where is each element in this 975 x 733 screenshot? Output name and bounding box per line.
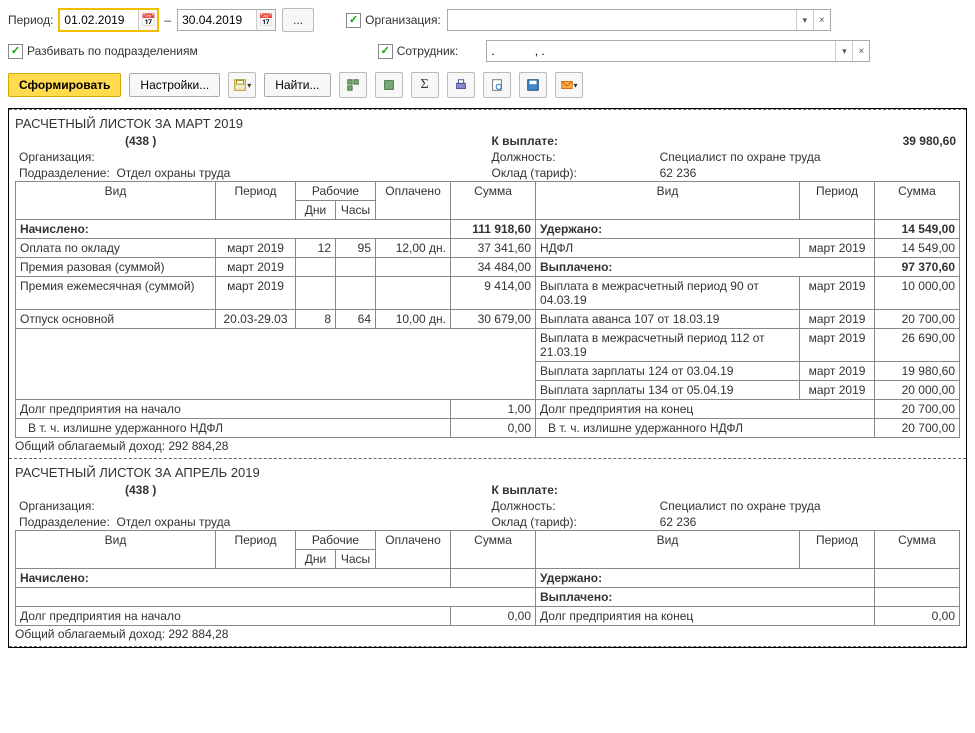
pos-value: Специалист по охране труда: [656, 149, 960, 165]
salary-label: Оклад (тариф):: [488, 514, 656, 530]
pay-value: 39 980,60: [691, 133, 960, 149]
form-button[interactable]: Сформировать: [8, 73, 121, 97]
calendar-icon[interactable]: 📅: [256, 10, 275, 30]
date-to-input[interactable]: [178, 13, 256, 27]
salary-label: Оклад (тариф):: [488, 165, 656, 181]
print-icon[interactable]: [447, 72, 475, 98]
taxable-value: 292 884,28: [168, 627, 228, 641]
date-from-field[interactable]: 📅: [59, 9, 158, 31]
collapse-icon[interactable]: [375, 72, 403, 98]
org-label: Организация:: [15, 498, 488, 514]
emp-combo[interactable]: ▾ ×: [486, 40, 870, 62]
taxable-label: Общий облагаемый доход:: [15, 627, 165, 641]
org-label: Организация:: [15, 149, 488, 165]
preview-icon[interactable]: [483, 72, 511, 98]
sheet-title: РАСЧЕТНЫЙ ЛИСТОК ЗА МАРТ 2019: [15, 116, 960, 131]
dept-label: Подразделение:: [19, 515, 110, 529]
emp-label: Сотрудник:: [397, 44, 459, 58]
clear-icon[interactable]: ×: [852, 41, 869, 61]
date-to-field[interactable]: 📅: [177, 9, 276, 31]
pay-label: К выплате:: [488, 133, 656, 149]
dropdown-icon[interactable]: ▾: [835, 41, 852, 61]
period-label: Период:: [8, 13, 53, 27]
dept-label: Подразделение:: [19, 166, 110, 180]
split-label: Разбивать по подразделениям: [27, 44, 198, 58]
emp-code: (438 ): [15, 133, 488, 149]
period-picker-button[interactable]: ...: [282, 8, 314, 32]
split-checkbox[interactable]: Разбивать по подразделениям: [8, 44, 198, 59]
checkbox-icon: [346, 13, 361, 28]
checkbox-icon: [378, 44, 393, 59]
emp-input[interactable]: [487, 42, 835, 60]
sum-icon[interactable]: Σ: [411, 72, 439, 98]
checkbox-icon: [8, 44, 23, 59]
dash: –: [164, 13, 171, 27]
report-area: РАСЧЕТНЫЙ ЛИСТОК ЗА МАРТ 2019 (438 ) Орг…: [8, 108, 967, 648]
pos-label: Должность:: [488, 498, 656, 514]
calendar-icon[interactable]: 📅: [138, 10, 157, 30]
dept-value: Отдел охраны труда: [116, 515, 230, 529]
org-combo[interactable]: ▾ ×: [447, 9, 831, 31]
emp-checkbox[interactable]: Сотрудник:: [378, 44, 459, 59]
expand-icon[interactable]: [339, 72, 367, 98]
settings-save-icon[interactable]: ▾: [228, 72, 256, 98]
dropdown-icon[interactable]: ▾: [796, 10, 813, 30]
pos-value: Специалист по охране труда: [656, 498, 960, 514]
pay-label: К выплате:: [488, 482, 656, 498]
salary-value: 62 236: [656, 165, 960, 181]
settings-button[interactable]: Настройки...: [129, 73, 220, 97]
payroll-table: Вид Период Рабочие Оплачено Сумма Вид Пе…: [15, 181, 960, 438]
org-label: Организация:: [365, 13, 441, 27]
taxable-value: 292 884,28: [168, 439, 228, 453]
clear-icon[interactable]: ×: [813, 10, 830, 30]
date-from-input[interactable]: [60, 13, 138, 27]
org-input[interactable]: [448, 11, 796, 29]
taxable-label: Общий облагаемый доход:: [15, 439, 165, 453]
pos-label: Должность:: [488, 149, 656, 165]
sheet-title: РАСЧЕТНЫЙ ЛИСТОК ЗА АПРЕЛЬ 2019: [15, 465, 960, 480]
emp-code: (438 ): [15, 482, 488, 498]
org-checkbox[interactable]: Организация:: [346, 13, 441, 28]
dept-value: Отдел охраны труда: [116, 166, 230, 180]
email-icon[interactable]: ▾: [555, 72, 583, 98]
salary-value: 62 236: [656, 514, 960, 530]
find-button[interactable]: Найти...: [264, 73, 330, 97]
payroll-table: ВидПериодРабочиеОплаченоСумма ВидПериодС…: [15, 530, 960, 626]
save-icon[interactable]: [519, 72, 547, 98]
